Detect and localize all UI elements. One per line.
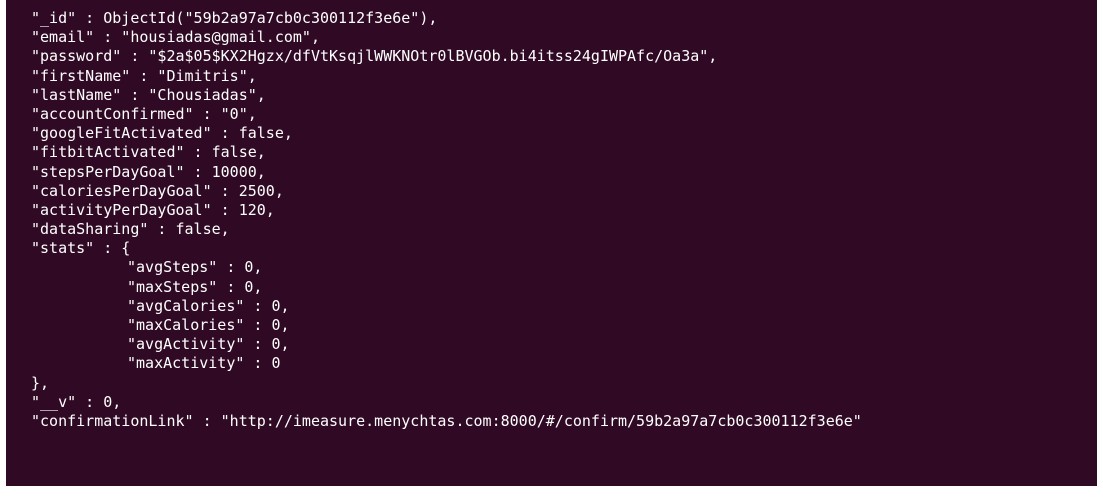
document-line: "activityPerDayGoal" : 120, [31, 201, 1097, 220]
document-line: "googleFitActivated" : false, [31, 124, 1097, 143]
document-line: "accountConfirmed" : "0", [31, 105, 1097, 124]
line-text: "avgSteps" : 0, [127, 258, 263, 277]
document-line: "firstName" : "Dimitris", [31, 67, 1097, 86]
line-text: "_id" : ObjectId("59b2a97a7cb0c300112f3e… [31, 9, 438, 27]
document-line: }, [31, 374, 1097, 393]
line-text: "firstName" : "Dimitris", [31, 66, 257, 85]
line-text: "email" : "housiadas@gmail.com", [31, 28, 320, 47]
line-text: }, [31, 373, 50, 392]
document-line: "lastName" : "Chousiadas", [31, 86, 1097, 105]
document-line: "__v" : 0, [31, 393, 1097, 412]
document-line: "dataSharing" : false, [31, 220, 1097, 239]
line-text: "avgActivity" : 0, [127, 335, 290, 354]
document-line: "stats" : { [31, 239, 1097, 258]
line-text: "dataSharing" : false, [31, 220, 230, 239]
line-text: "maxActivity" : 0 [127, 354, 281, 373]
document-line: "email" : "housiadas@gmail.com", [31, 28, 1097, 47]
document-line: "confirmationLink" : "http://imeasure.me… [31, 412, 1097, 431]
line-text: "maxCalories" : 0, [127, 316, 290, 334]
document-line: "stepsPerDayGoal" : 10000, [31, 163, 1097, 182]
line-text: "accountConfirmed" : "0", [31, 104, 257, 123]
line-text: "password" : "$2a$05$KX2Hgzx/dfVtKsqjlWW… [31, 47, 718, 66]
line-text: "fitbitActivated" : false, [31, 143, 266, 162]
line-text: "avgCalories" : 0, [127, 296, 290, 315]
line-text: "lastName" : "Chousiadas", [31, 85, 266, 104]
document-line: "maxCalories" : 0, [31, 316, 1097, 335]
line-text: "confirmationLink" : "http://imeasure.me… [31, 411, 862, 430]
document-line: "maxSteps" : 0, [31, 278, 1097, 297]
line-text: "stepsPerDayGoal" : 10000, [31, 162, 266, 181]
document-line: "caloriesPerDayGoal" : 2500, [31, 182, 1097, 201]
document-line: "maxActivity" : 0 [31, 354, 1097, 373]
line-text: "activityPerDayGoal" : 120, [31, 200, 275, 219]
line-text: "maxSteps" : 0, [127, 277, 263, 296]
document-line: "avgActivity" : 0, [31, 335, 1097, 354]
line-text: "caloriesPerDayGoal" : 2500, [31, 181, 284, 200]
document-output: "_id" : ObjectId("59b2a97a7cb0c300112f3e… [31, 9, 1097, 431]
document-line: "avgSteps" : 0, [31, 258, 1097, 277]
document-line: "fitbitActivated" : false, [31, 143, 1097, 162]
document-line: "password" : "$2a$05$KX2Hgzx/dfVtKsqjlWW… [31, 47, 1097, 66]
line-text: "googleFitActivated" : false, [31, 124, 293, 143]
document-line: "avgCalories" : 0, [31, 297, 1097, 316]
line-text: "__v" : 0, [31, 392, 122, 411]
terminal-window[interactable]: "_id" : ObjectId("59b2a97a7cb0c300112f3e… [6, 0, 1097, 486]
document-line: "_id" : ObjectId("59b2a97a7cb0c300112f3e… [31, 9, 1097, 28]
line-text: "stats" : { [31, 239, 131, 258]
